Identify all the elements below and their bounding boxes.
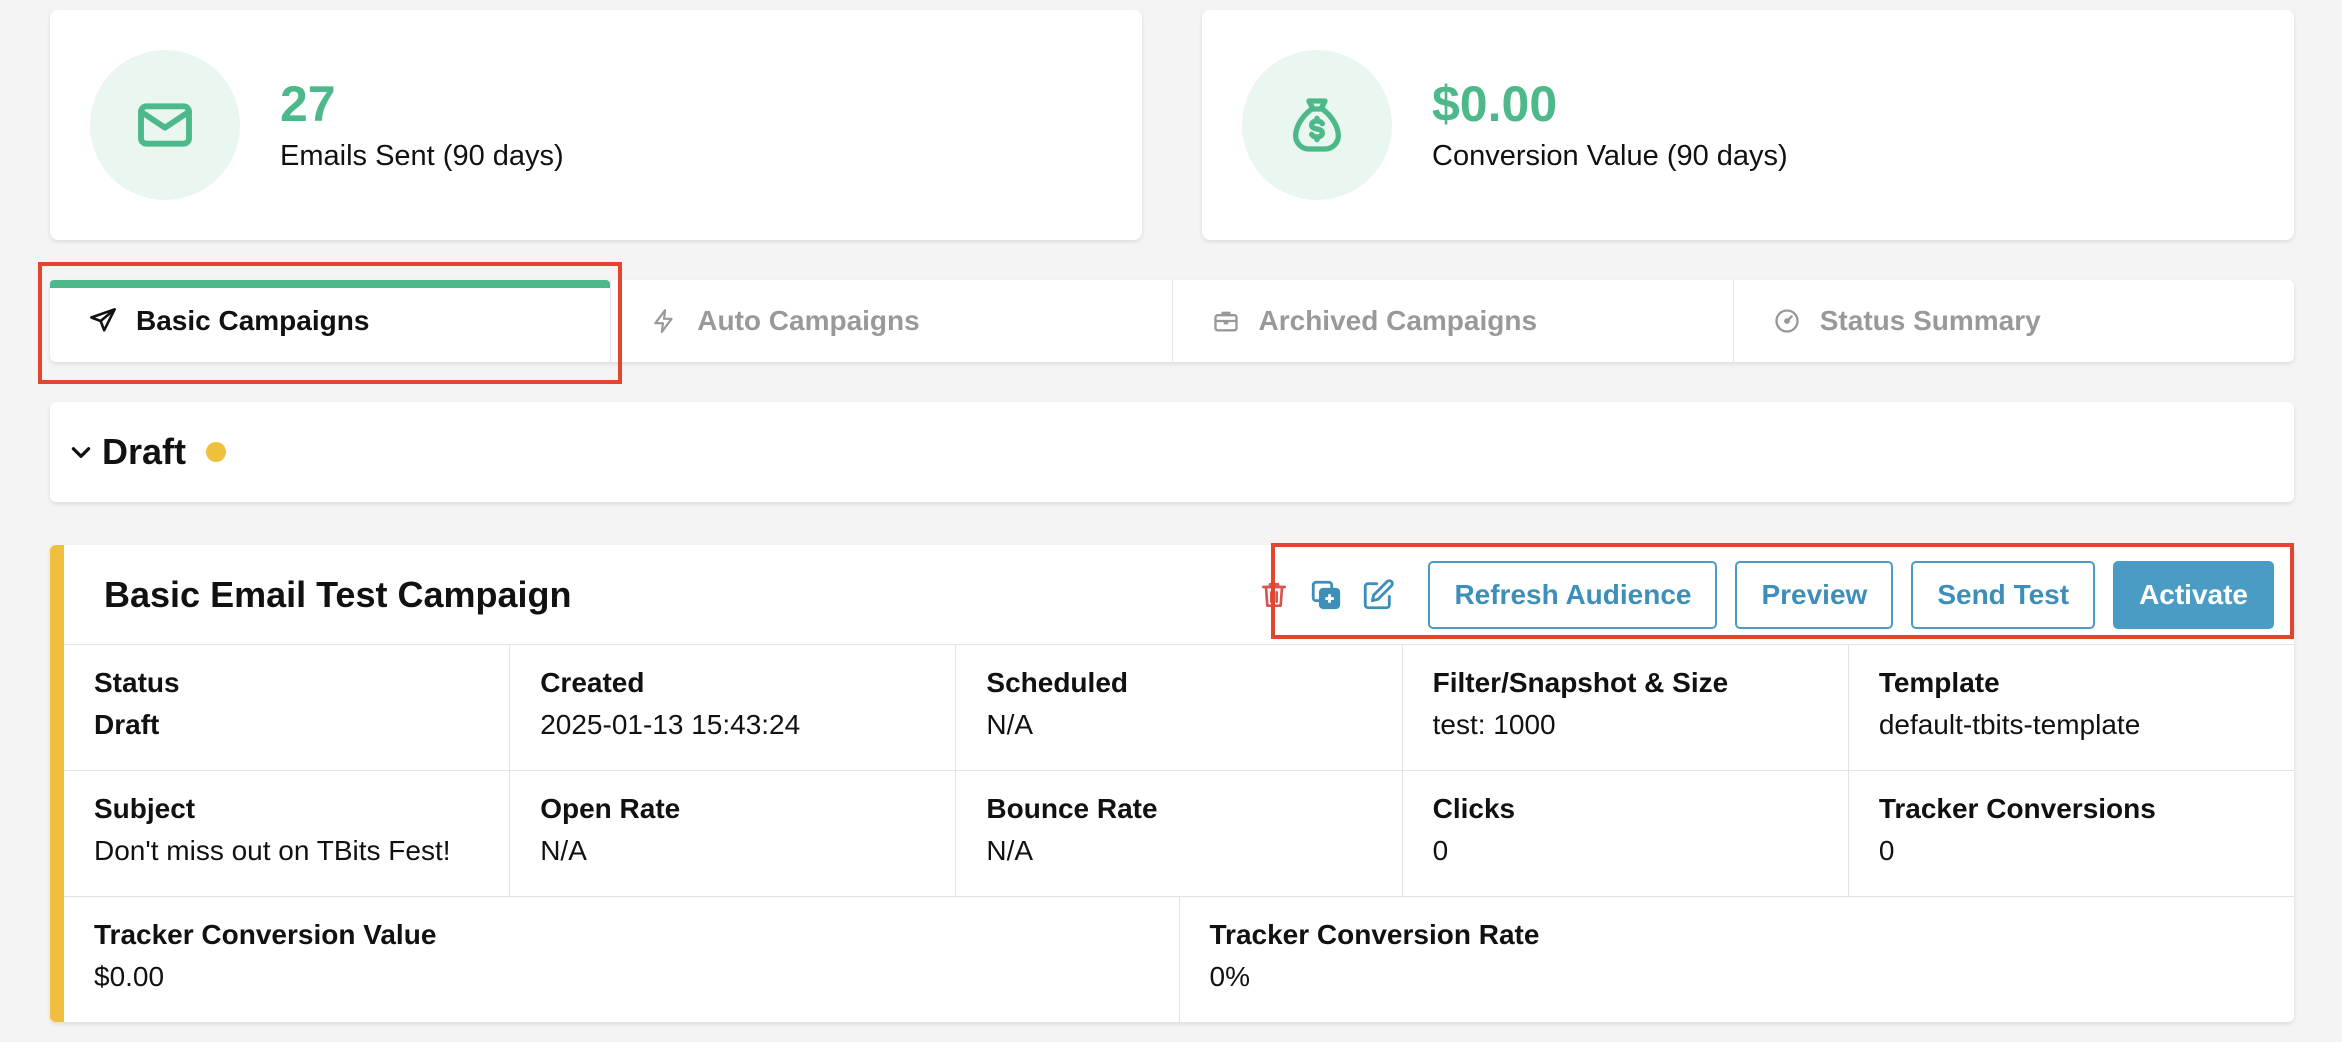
detail-value: Don't miss out on TBits Fest! bbox=[94, 835, 451, 866]
detail-value: $0.00 bbox=[94, 961, 165, 992]
send-test-button[interactable]: Send Test bbox=[1911, 560, 2096, 629]
detail-label: Status bbox=[94, 667, 180, 698]
briefcase-icon bbox=[1211, 306, 1241, 336]
dashboard: 27 Emails Sent (90 days) $0.00 Conversio… bbox=[0, 0, 2342, 1042]
duplicate-icon[interactable] bbox=[1306, 575, 1346, 615]
campaign-status-accent bbox=[50, 545, 64, 1022]
detail-label: Scheduled bbox=[986, 667, 1128, 698]
detail-cell-clicks: Clicks 0 bbox=[1403, 771, 1849, 896]
detail-label: Filter/Snapshot & Size bbox=[1432, 667, 1729, 698]
refresh-audience-button[interactable]: Refresh Audience bbox=[1428, 560, 1718, 629]
chevron-down-icon[interactable] bbox=[66, 437, 96, 467]
campaign-title: Basic Email Test Campaign bbox=[104, 573, 572, 615]
detail-label: Tracker Conversion Rate bbox=[1209, 919, 1540, 950]
detail-cell-scheduled: Scheduled N/A bbox=[956, 645, 1403, 770]
detail-label: Created bbox=[540, 667, 645, 698]
detail-label: Template bbox=[1878, 667, 2000, 698]
details-row: Status Draft Created 2025-01-13 15:43:24… bbox=[64, 645, 2294, 771]
campaign-header: Basic Email Test Campaign Refresh Audien… bbox=[64, 545, 2294, 645]
details-row: Subject Don't miss out on TBits Fest! Op… bbox=[64, 771, 2294, 897]
draft-title: Draft bbox=[102, 431, 187, 472]
detail-label: Clicks bbox=[1432, 793, 1516, 824]
conversion-value-card: $0.00 Conversion Value (90 days) bbox=[1202, 10, 2294, 240]
detail-value: 0% bbox=[1209, 961, 1250, 992]
detail-value: 2025-01-13 15:43:24 bbox=[540, 709, 801, 740]
campaign-actions: Refresh Audience Preview Send Test Activ… bbox=[1254, 560, 2274, 629]
tab-archived-campaigns[interactable]: Archived Campaigns bbox=[1173, 280, 1734, 362]
detail-value: 0 bbox=[1878, 835, 1895, 866]
detail-cell-tracker-conversions: Tracker Conversions 0 bbox=[1849, 771, 2294, 896]
detail-value: N/A bbox=[986, 709, 1034, 740]
detail-value: test: 1000 bbox=[1432, 709, 1556, 740]
detail-cell-tracker-conversion-value: Tracker Conversion Value $0.00 bbox=[64, 897, 1180, 1022]
emails-sent-label: Emails Sent (90 days) bbox=[280, 140, 564, 172]
tab-label: Status Summary bbox=[1819, 305, 2041, 336]
detail-cell-bounce-rate: Bounce Rate N/A bbox=[956, 771, 1403, 896]
detail-label: Tracker Conversions bbox=[1878, 793, 2156, 824]
campaign-tabs: Basic Campaigns Auto Campaigns Archived … bbox=[50, 280, 2294, 362]
detail-cell-subject: Subject Don't miss out on TBits Fest! bbox=[64, 771, 511, 896]
detail-value: N/A bbox=[986, 835, 1034, 866]
campaign-card: Basic Email Test Campaign Refresh Audien… bbox=[50, 545, 2294, 1022]
detail-cell-filter: Filter/Snapshot & Size test: 1000 bbox=[1403, 645, 1849, 770]
draft-status-dot bbox=[206, 442, 227, 462]
details-row: Tracker Conversion Value $0.00 Tracker C… bbox=[64, 897, 2294, 1022]
send-icon bbox=[88, 306, 118, 336]
detail-cell-template: Template default-tbits-template bbox=[1849, 645, 2294, 770]
detail-label: Bounce Rate bbox=[986, 793, 1158, 824]
conversion-value: $0.00 bbox=[1432, 76, 1558, 132]
detail-value: Draft bbox=[94, 709, 160, 740]
detail-value: N/A bbox=[540, 835, 587, 866]
envelope-icon bbox=[90, 50, 240, 200]
detail-cell-open-rate: Open Rate N/A bbox=[510, 771, 957, 896]
detail-value: 0 bbox=[1432, 835, 1449, 866]
detail-label: Open Rate bbox=[540, 793, 681, 824]
conversion-value-label: Conversion Value (90 days) bbox=[1432, 140, 1788, 172]
emails-sent-card: 27 Emails Sent (90 days) bbox=[50, 10, 1142, 240]
emails-sent-value: 27 bbox=[280, 76, 336, 132]
tab-label: Auto Campaigns bbox=[697, 305, 920, 336]
edit-icon[interactable] bbox=[1358, 575, 1398, 615]
tab-label: Archived Campaigns bbox=[1258, 305, 1538, 336]
tab-status-summary[interactable]: Status Summary bbox=[1734, 280, 2294, 362]
trash-icon[interactable] bbox=[1254, 575, 1294, 615]
detail-value: default-tbits-template bbox=[1878, 709, 2141, 740]
tab-basic-campaigns[interactable]: Basic Campaigns bbox=[50, 280, 612, 362]
detail-cell-status: Status Draft bbox=[64, 645, 511, 770]
gauge-icon bbox=[1772, 306, 1802, 336]
lightning-icon bbox=[649, 306, 679, 336]
tab-label: Basic Campaigns bbox=[136, 305, 370, 336]
money-bag-icon bbox=[1242, 50, 1392, 200]
tab-auto-campaigns[interactable]: Auto Campaigns bbox=[611, 280, 1173, 362]
detail-label: Subject bbox=[94, 793, 196, 824]
detail-cell-tracker-conversion-rate: Tracker Conversion Rate 0% bbox=[1180, 897, 2295, 1022]
preview-button[interactable]: Preview bbox=[1735, 560, 1894, 629]
detail-cell-created: Created 2025-01-13 15:43:24 bbox=[510, 645, 957, 770]
draft-section-header[interactable]: Draft bbox=[50, 402, 2294, 502]
activate-button[interactable]: Activate bbox=[2113, 560, 2274, 629]
detail-label: Tracker Conversion Value bbox=[94, 919, 437, 950]
